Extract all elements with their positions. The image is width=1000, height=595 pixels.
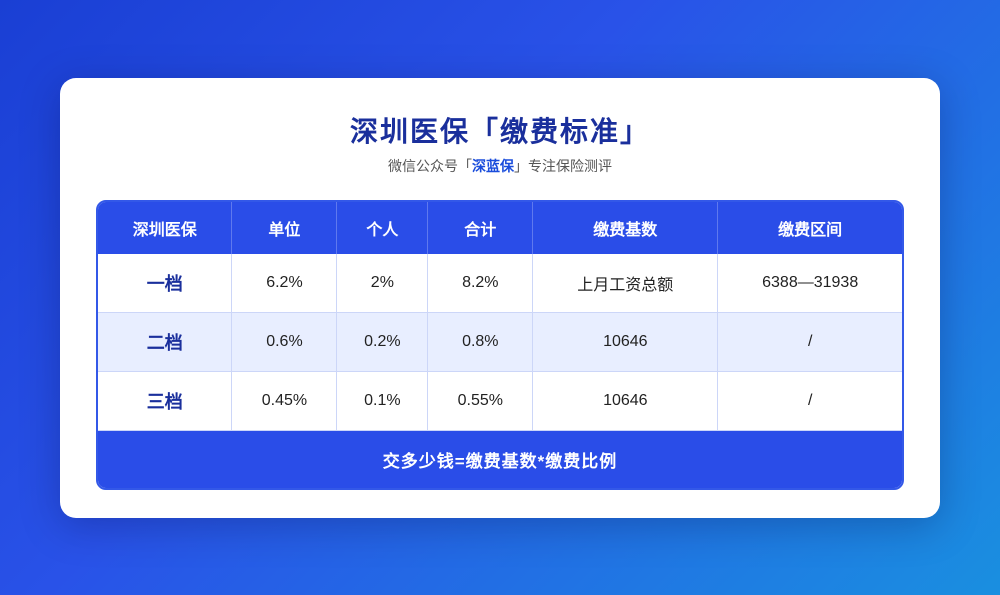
tier-3-personal: 0.1% — [337, 372, 428, 431]
tier-1-personal: 2% — [337, 254, 428, 313]
tier-1-range: 6388—31938 — [718, 254, 902, 313]
col-header-personal: 个人 — [337, 202, 428, 254]
brand-name: 深蓝保 — [472, 158, 514, 174]
col-header-base: 缴费基数 — [533, 202, 718, 254]
tier-1-base: 上月工资总额 — [533, 254, 718, 313]
fee-table: 深圳医保 单位 个人 合计 缴费基数 缴费区间 一档 6.2% 2% 8.2% … — [96, 200, 904, 490]
tier-2-unit: 0.6% — [232, 313, 337, 372]
col-header-range: 缴费区间 — [718, 202, 902, 254]
main-card: 深圳医保「缴费标准」 微信公众号「深蓝保」专注保险测评 深圳医保 单位 个人 合… — [60, 78, 940, 518]
col-header-unit: 单位 — [232, 202, 337, 254]
tier-1-total: 8.2% — [428, 254, 533, 313]
tier-3-range: / — [718, 372, 902, 431]
subtitle: 微信公众号「深蓝保」专注保险测评 — [96, 156, 904, 176]
tier-2-total: 0.8% — [428, 313, 533, 372]
footer-text: 交多少钱=缴费基数*缴费比例 — [98, 431, 902, 488]
tier-2-label: 二档 — [98, 313, 232, 372]
table-row: 一档 6.2% 2% 8.2% 上月工资总额 6388—31938 — [98, 254, 902, 313]
tier-1-label: 一档 — [98, 254, 232, 313]
tier-3-unit: 0.45% — [232, 372, 337, 431]
tier-2-range: / — [718, 313, 902, 372]
subtitle-pre: 微信公众号「 — [388, 158, 472, 174]
tier-3-label: 三档 — [98, 372, 232, 431]
table-header: 深圳医保 单位 个人 合计 缴费基数 缴费区间 — [98, 202, 902, 254]
tier-2-personal: 0.2% — [337, 313, 428, 372]
tier-3-base: 10646 — [533, 372, 718, 431]
tier-1-unit: 6.2% — [232, 254, 337, 313]
col-header-category: 深圳医保 — [98, 202, 232, 254]
table-row: 三档 0.45% 0.1% 0.55% 10646 / — [98, 372, 902, 431]
subtitle-post: 」专注保险测评 — [514, 158, 612, 174]
page-title: 深圳医保「缴费标准」 — [96, 110, 904, 150]
table-row: 二档 0.6% 0.2% 0.8% 10646 / — [98, 313, 902, 372]
col-header-total: 合计 — [428, 202, 533, 254]
tier-2-base: 10646 — [533, 313, 718, 372]
table-footer-row: 交多少钱=缴费基数*缴费比例 — [98, 431, 902, 488]
table-body: 一档 6.2% 2% 8.2% 上月工资总额 6388—31938 二档 0.6… — [98, 254, 902, 488]
tier-3-total: 0.55% — [428, 372, 533, 431]
